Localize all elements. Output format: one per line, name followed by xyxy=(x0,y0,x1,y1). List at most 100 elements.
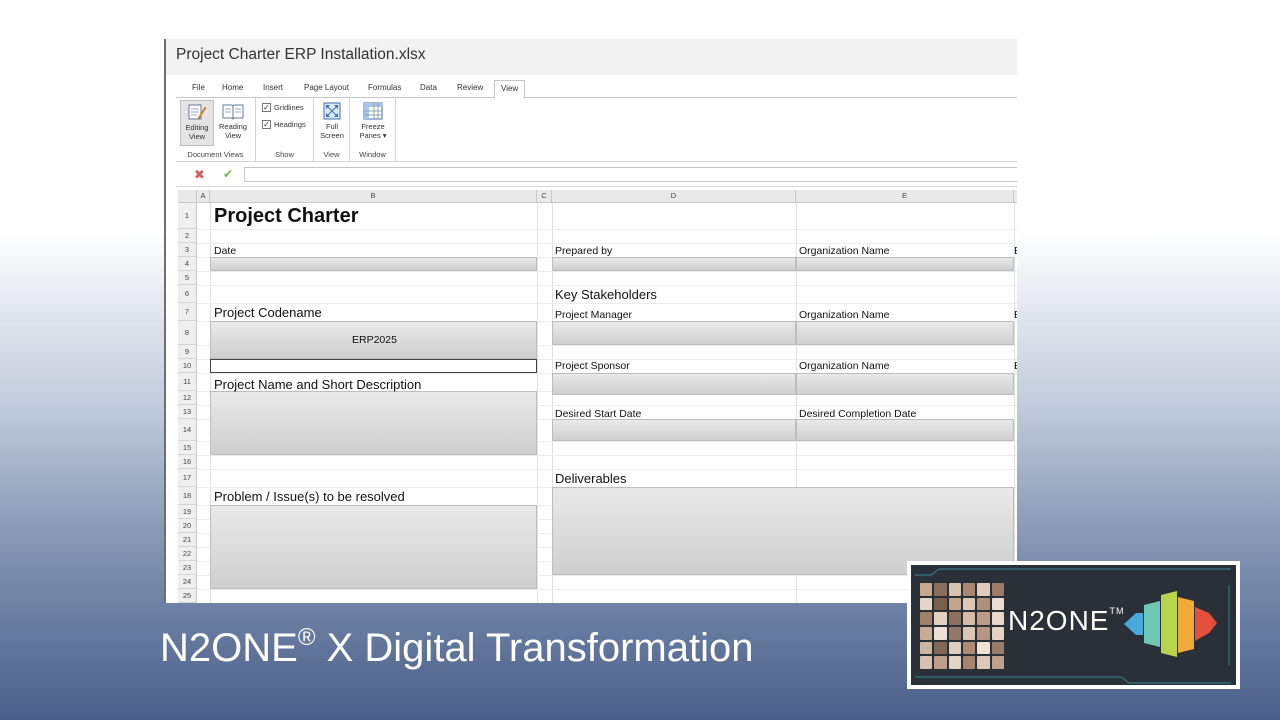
row-header[interactable]: 7 xyxy=(178,303,197,321)
column-header-a[interactable]: A xyxy=(197,190,210,203)
freeze-panes-button[interactable]: Freeze Panes ▾ xyxy=(354,100,392,146)
row-header[interactable]: 25 xyxy=(178,589,197,603)
headings-checkbox[interactable]: ✓ Headings xyxy=(262,120,306,129)
column-header-e[interactable]: E xyxy=(796,190,1014,203)
photo xyxy=(962,612,976,625)
photo xyxy=(920,597,933,611)
photo xyxy=(977,597,990,611)
row-header[interactable]: 11 xyxy=(178,373,197,391)
photo xyxy=(962,583,976,596)
gridlines-label: Gridlines xyxy=(274,103,304,112)
confirm-icon[interactable]: ✔ xyxy=(223,167,233,181)
spreadsheet-window: Project Charter ERP Installation.xlsx Fi… xyxy=(164,39,1017,603)
row-header[interactable]: 20 xyxy=(178,519,197,533)
select-all-corner[interactable] xyxy=(178,190,197,203)
manager-organization-label: Organization Name xyxy=(799,309,890,321)
row-header[interactable]: 8 xyxy=(178,321,197,345)
row-header[interactable]: 3 xyxy=(178,243,197,257)
tab-insert[interactable]: Insert xyxy=(263,83,283,92)
photo xyxy=(920,641,933,655)
row-header[interactable]: 14 xyxy=(178,419,197,441)
row-header[interactable]: 16 xyxy=(178,455,197,469)
reading-view-button[interactable]: Reading View xyxy=(216,100,250,146)
row-header[interactable]: 23 xyxy=(178,561,197,575)
ribbon: Editing View Reading View Document Views… xyxy=(176,98,1017,162)
row-header[interactable]: 6 xyxy=(178,285,197,303)
photo xyxy=(991,656,1004,669)
photo xyxy=(948,612,961,625)
photo xyxy=(991,597,1004,611)
row-header[interactable]: 21 xyxy=(178,533,197,547)
row-header[interactable]: 18 xyxy=(178,487,197,505)
selected-cell-b10[interactable] xyxy=(210,359,537,373)
cancel-icon[interactable]: ✖ xyxy=(194,167,205,183)
row-header[interactable]: 13 xyxy=(178,405,197,419)
project-codename-label: Project Codename xyxy=(214,305,322,320)
project-manager-input-cell[interactable] xyxy=(552,321,796,345)
desired-completion-date-label: Desired Completion Date xyxy=(799,408,917,420)
row-header[interactable]: 10 xyxy=(178,359,197,373)
tab-file[interactable]: File xyxy=(192,83,205,92)
column-header-c[interactable]: C xyxy=(537,190,552,203)
desired-completion-date-input-cell[interactable] xyxy=(796,419,1014,441)
row-header[interactable]: 9 xyxy=(178,345,197,359)
photo xyxy=(934,612,947,625)
formula-input[interactable] xyxy=(244,167,1017,182)
trademark-mark: TM xyxy=(1109,606,1125,616)
desired-start-date-label: Desired Start Date xyxy=(555,408,642,420)
tab-review[interactable]: Review xyxy=(457,83,483,92)
photo xyxy=(920,626,933,640)
row-header[interactable]: 24 xyxy=(178,575,197,589)
row-header[interactable]: 17 xyxy=(178,469,197,487)
row-header[interactable]: 5 xyxy=(178,271,197,285)
row-header[interactable]: 19 xyxy=(178,505,197,519)
photo xyxy=(977,626,990,640)
row-header[interactable]: 22 xyxy=(178,547,197,561)
tab-data[interactable]: Data xyxy=(420,83,437,92)
full-screen-button[interactable]: Full Screen xyxy=(315,100,349,146)
row-header[interactable]: 12 xyxy=(178,391,197,405)
photo xyxy=(948,597,961,611)
project-sponsor-input-cell[interactable] xyxy=(552,373,796,395)
headings-check-icon: ✓ xyxy=(262,120,271,129)
row-line xyxy=(197,589,1017,590)
column-header-b[interactable]: B xyxy=(210,190,537,203)
manager-organization-input-cell[interactable] xyxy=(796,321,1014,345)
column-header-f[interactable] xyxy=(1014,190,1017,203)
photo xyxy=(934,656,947,669)
row-header[interactable]: 4 xyxy=(178,257,197,271)
project-sponsor-label: Project Sponsor xyxy=(555,360,630,372)
group-window: Freeze Panes ▾ Window xyxy=(350,98,396,162)
tab-home[interactable]: Home xyxy=(222,83,243,92)
date-input-cell[interactable] xyxy=(210,257,537,271)
sponsor-organization-input-cell[interactable] xyxy=(796,373,1014,395)
photo xyxy=(962,626,976,640)
photo xyxy=(948,583,961,596)
tab-formulas[interactable]: Formulas xyxy=(368,83,401,92)
photo xyxy=(977,583,990,596)
column-header-d[interactable]: D xyxy=(552,190,796,203)
tab-page-layout[interactable]: Page Layout xyxy=(304,83,349,92)
row-header[interactable]: 2 xyxy=(178,229,197,243)
problem-input-cell[interactable] xyxy=(210,505,537,589)
problem-label: Problem / Issue(s) to be resolved xyxy=(214,489,405,504)
project-description-input-cell[interactable] xyxy=(210,391,537,455)
freeze-panes-label-2: Panes ▾ xyxy=(359,131,387,140)
gridlines-check-icon: ✓ xyxy=(262,103,271,112)
tab-view[interactable]: View xyxy=(494,80,526,99)
headings-label: Headings xyxy=(274,120,306,129)
row-header[interactable]: 1 xyxy=(178,203,197,229)
registered-mark: ® xyxy=(297,624,316,651)
prepared-by-input-cell[interactable] xyxy=(552,257,796,271)
freeze-panes-icon xyxy=(363,102,383,120)
col-line xyxy=(1014,203,1015,603)
desired-start-date-input-cell[interactable] xyxy=(552,419,796,441)
row-line xyxy=(197,229,1017,230)
editing-view-button[interactable]: Editing View xyxy=(180,100,214,146)
logo-panel: N2ONETM xyxy=(911,565,1236,685)
full-screen-label-2: Screen xyxy=(320,131,344,140)
gridlines-checkbox[interactable]: ✓ Gridlines xyxy=(262,103,304,112)
organization-name-input-cell[interactable] xyxy=(796,257,1014,271)
sponsor-organization-label: Organization Name xyxy=(799,360,890,372)
row-header[interactable]: 15 xyxy=(178,441,197,455)
